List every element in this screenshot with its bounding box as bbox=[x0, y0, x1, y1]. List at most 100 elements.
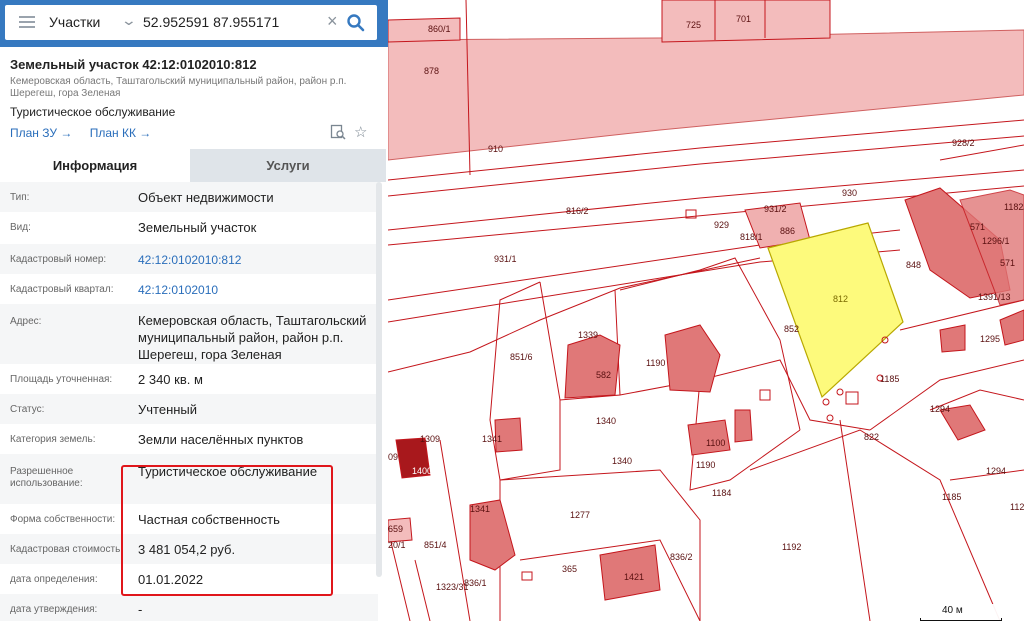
attribute-value: 2 340 кв. м bbox=[138, 372, 203, 387]
plan-zu-link[interactable]: План ЗУ → bbox=[10, 126, 72, 140]
map-label: 816/2 bbox=[566, 206, 589, 216]
attribute-row: Статус: Учтенный bbox=[0, 394, 378, 424]
map-label: 1391/13 bbox=[978, 292, 1011, 302]
map-label: 878 bbox=[424, 66, 439, 76]
object-title: Земельный участок 42:12:0102010:812 bbox=[10, 57, 257, 72]
star-icon[interactable]: ☆ bbox=[354, 123, 367, 141]
map-label: 812 bbox=[833, 294, 848, 304]
attribute-value: Земельный участок bbox=[138, 220, 257, 235]
attribute-row: Кадастровый номер: 42:12:0102010:812 bbox=[0, 244, 378, 274]
map-label: 1339 bbox=[578, 330, 598, 340]
layer-select[interactable]: Участки bbox=[49, 14, 100, 30]
plan-kk-link[interactable]: План КК → bbox=[90, 126, 152, 140]
tabs: Информация Услуги bbox=[0, 149, 386, 182]
object-address: Кемеровская область, Таштагольский муниц… bbox=[10, 76, 347, 99]
map-canvas[interactable]: 860/1 725 701 878 910 928/2 930 816/2 93… bbox=[388, 0, 1024, 621]
map-label: 1294 bbox=[986, 466, 1006, 476]
attribute-row: Тип: Объект недвижимости bbox=[0, 182, 378, 212]
map-label: 836/1 bbox=[464, 578, 487, 588]
cadastral-map[interactable]: 860/1 725 701 878 910 928/2 930 816/2 93… bbox=[388, 0, 1024, 621]
map-label: 571 bbox=[1000, 258, 1015, 268]
clear-icon[interactable]: × bbox=[327, 11, 338, 32]
attribute-key: Разрешенное использование: bbox=[10, 466, 83, 489]
map-label: 851/4 bbox=[424, 540, 447, 550]
attribute-key: Вид: bbox=[10, 222, 31, 233]
map-label: 818/1 bbox=[740, 232, 763, 242]
map-label: 910 bbox=[488, 144, 503, 154]
map-label: 1294 bbox=[930, 404, 950, 414]
attribute-key: Тип: bbox=[10, 192, 30, 203]
attribute-key: Кадастровый квартал: bbox=[10, 284, 114, 295]
tab-services[interactable]: Услуги bbox=[190, 149, 386, 182]
attribute-key: дата утверждения: bbox=[10, 604, 98, 615]
map-label: 1400 bbox=[412, 466, 432, 476]
map-label: 852 bbox=[784, 324, 799, 334]
scrollbar[interactable] bbox=[376, 182, 382, 577]
attribute-link[interactable]: 42:12:0102010:812 bbox=[138, 252, 373, 269]
chevron-down-icon[interactable]: ⌄ bbox=[121, 12, 137, 29]
attribute-row: Адрес: Кемеровская область, Таштагольский… bbox=[0, 304, 378, 364]
map-label: 1192 bbox=[782, 542, 801, 552]
map-label: 1185 bbox=[880, 374, 899, 384]
map-label: 1340 bbox=[596, 416, 616, 426]
map-geometry bbox=[388, 0, 1024, 621]
map-label: 1341 bbox=[470, 504, 490, 514]
map-label: 659 bbox=[388, 524, 403, 534]
highlight-frame bbox=[121, 465, 333, 596]
plan-links: План ЗУ → План КК → bbox=[10, 126, 165, 140]
map-label: 930 bbox=[842, 188, 857, 198]
attribute-value: Учтенный bbox=[138, 402, 198, 417]
map-label: 1421 bbox=[624, 572, 644, 582]
search-icon[interactable] bbox=[346, 13, 366, 33]
map-label: 582 bbox=[596, 370, 611, 380]
tab-info[interactable]: Информация bbox=[0, 149, 190, 182]
attribute-value: Земли населённых пунктов bbox=[138, 432, 304, 447]
search-box: Участки ⌄ 52.952591 87.955171 × bbox=[5, 5, 377, 40]
attribute-value: Объект недвижимости bbox=[138, 190, 274, 205]
map-label: 09 bbox=[388, 452, 398, 462]
map-label: 20/1 bbox=[388, 540, 406, 550]
map-label: 1296/1 bbox=[982, 236, 1010, 246]
attribute-row: Вид: Земельный участок bbox=[0, 212, 378, 244]
object-usage: Туристическое обслуживание bbox=[10, 105, 176, 119]
map-label: 929 bbox=[714, 220, 729, 230]
attribute-row: Категория земель: Земли населённых пункто… bbox=[0, 424, 378, 454]
document-search-icon[interactable] bbox=[330, 124, 346, 140]
map-label: 928/2 bbox=[952, 138, 975, 148]
attribute-key: Форма собственности: bbox=[10, 514, 116, 525]
attribute-row: Кадастровый квартал: 42:12:0102010 bbox=[0, 274, 378, 304]
attribute-key: Площадь уточненная: bbox=[10, 374, 113, 385]
menu-icon[interactable] bbox=[19, 16, 35, 28]
attribute-value: - bbox=[138, 602, 143, 617]
map-label: 1341 bbox=[482, 434, 502, 444]
attribute-link[interactable]: 42:12:0102010 bbox=[138, 282, 373, 299]
info-panel: Участки ⌄ 52.952591 87.955171 × Земельны… bbox=[0, 0, 388, 621]
attribute-key: Адрес: bbox=[10, 316, 42, 327]
search-bar: Участки ⌄ 52.952591 87.955171 × bbox=[0, 0, 388, 47]
attribute-row: Площадь уточненная: 2 340 кв. м bbox=[0, 364, 378, 394]
scale-bar: 40 м bbox=[912, 604, 1008, 621]
attribute-row: дата утверждения: - bbox=[0, 594, 378, 621]
map-label: 1277 bbox=[570, 510, 590, 520]
map-label: 1100 bbox=[706, 438, 725, 448]
map-label: 1190 bbox=[696, 460, 715, 470]
map-label: 822 bbox=[864, 432, 879, 442]
map-label: 1340 bbox=[612, 456, 632, 466]
map-label: 1182/1 bbox=[1004, 202, 1024, 212]
map-label: 1295 bbox=[980, 334, 1000, 344]
attribute-key: Статус: bbox=[10, 404, 45, 415]
map-label: 365 bbox=[562, 564, 577, 574]
map-label: 851/6 bbox=[510, 352, 533, 362]
map-label: 1309 bbox=[420, 434, 440, 444]
map-label: 931/2 bbox=[764, 204, 787, 214]
attribute-key: Категория земель: bbox=[10, 434, 96, 445]
attribute-value: Кемеровская область, Таштагольский муниц… bbox=[138, 313, 367, 362]
scale-label: 40 м bbox=[942, 605, 963, 616]
map-label: 571 bbox=[970, 222, 985, 232]
map-label: 860/1 bbox=[428, 24, 451, 34]
map-label: 836/2 bbox=[670, 552, 693, 562]
search-input[interactable]: 52.952591 87.955171 bbox=[143, 14, 279, 30]
map-label: 931/1 bbox=[494, 254, 517, 264]
attribute-key: Кадастровая стоимость: bbox=[10, 544, 124, 555]
map-label: 848 bbox=[906, 260, 921, 270]
